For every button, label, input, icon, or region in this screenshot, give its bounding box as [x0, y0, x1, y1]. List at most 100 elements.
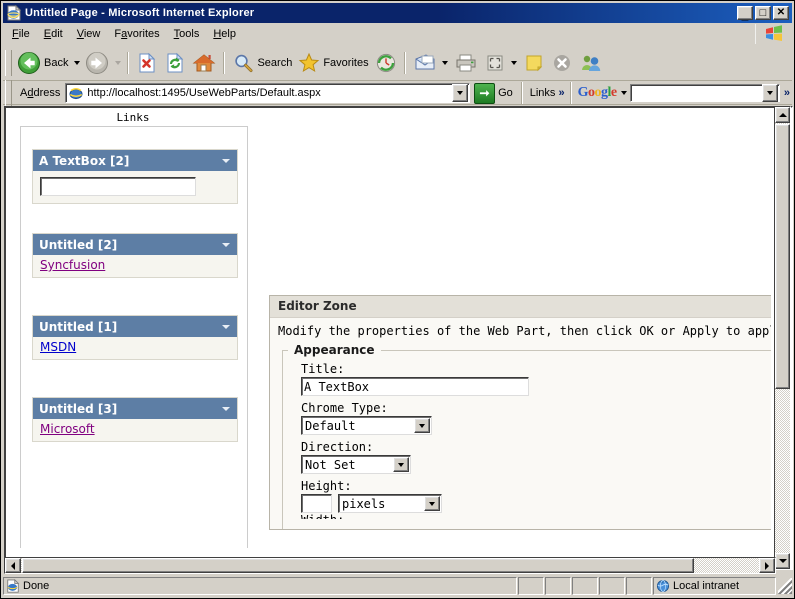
security-zone-text: Local intranet — [673, 580, 739, 592]
width-label-clipped: Width: — [301, 513, 771, 519]
chevron-down-icon[interactable] — [393, 457, 409, 472]
caret-down-icon — [779, 559, 787, 563]
chrome-type-select[interactable]: Default — [301, 416, 432, 435]
stop-button[interactable] — [133, 48, 161, 78]
maximize-button[interactable]: □ — [755, 6, 771, 20]
history-button[interactable] — [372, 48, 400, 78]
webpart-title: A TextBox [2] — [39, 154, 222, 168]
globe-icon — [656, 579, 670, 593]
webpart-body: Microsoft — [33, 419, 237, 441]
print-button[interactable] — [451, 48, 481, 78]
vscroll-thumb[interactable] — [775, 124, 790, 389]
hscroll-thumb[interactable] — [22, 558, 694, 573]
google-menu-button[interactable] — [619, 78, 630, 108]
edit-dropdown-button[interactable] — [509, 48, 520, 78]
close-icon: ✕ — [774, 7, 788, 19]
editor-zone-description: Modify the properties of the Web Part, t… — [270, 318, 771, 341]
messenger-block-button[interactable] — [548, 48, 576, 78]
status-slot-3 — [572, 577, 598, 595]
link-microsoft[interactable]: Microsoft — [40, 422, 95, 436]
scroll-up-button[interactable] — [775, 107, 790, 123]
link-syncfusion[interactable]: Syncfusion — [40, 258, 105, 272]
home-button[interactable] — [189, 48, 219, 78]
status-text: Done — [23, 580, 49, 592]
address-input[interactable]: http://localhost:1495/UseWebParts/Defaul… — [65, 83, 470, 103]
go-button[interactable]: ➞ Go — [470, 83, 517, 104]
mail-dropdown-button[interactable] — [440, 48, 451, 78]
horizontal-scrollbar[interactable] — [4, 557, 776, 574]
chevron-down-icon[interactable] — [222, 243, 230, 247]
menu-item-favorites[interactable]: Favorites — [107, 26, 166, 42]
chevron-down-icon[interactable] — [222, 407, 230, 411]
back-dropdown-button[interactable] — [71, 48, 82, 78]
back-label: Back — [44, 57, 68, 69]
chevron-down-icon[interactable] — [222, 159, 230, 163]
back-arrow-icon — [17, 51, 41, 75]
home-icon — [192, 52, 216, 74]
field-title: Title: A TextBox — [283, 362, 771, 396]
title-input[interactable]: A TextBox — [301, 377, 529, 396]
go-label: Go — [498, 87, 513, 99]
vertical-scrollbar[interactable] — [774, 106, 791, 570]
webpart-untitled-1: Untitled [1] MSDN — [32, 315, 238, 360]
webpart-header: A TextBox [2] — [33, 150, 237, 171]
windows-flag-icon — [755, 24, 792, 44]
chevron-down-icon[interactable] — [414, 418, 430, 433]
menu-item-help[interactable]: Help — [206, 26, 243, 42]
back-button[interactable]: Back — [14, 48, 71, 78]
favorites-label: Favorites — [323, 57, 368, 69]
webpart-text-input[interactable] — [40, 177, 196, 196]
forward-button[interactable] — [82, 48, 112, 78]
toolbar-grip[interactable] — [5, 50, 12, 76]
height-input[interactable] — [301, 494, 332, 513]
notes-icon — [523, 53, 545, 73]
menu-item-tools[interactable]: Tools — [167, 26, 207, 42]
links-toolbar-button[interactable]: Links » — [527, 87, 566, 99]
messenger-button[interactable] — [576, 48, 606, 78]
scroll-down-button[interactable] — [775, 553, 790, 569]
scroll-right-button[interactable] — [759, 558, 775, 573]
toolbar-separator — [127, 52, 129, 74]
field-direction: Direction: Not Set — [283, 440, 771, 474]
mail-button[interactable] — [410, 48, 440, 78]
favorites-star-icon — [298, 52, 320, 74]
direction-select[interactable]: Not Set — [301, 455, 411, 474]
webpart-header: Untitled [1] — [33, 316, 237, 337]
direction-label: Direction: — [301, 440, 771, 454]
height-unit-select[interactable]: pixels — [338, 494, 442, 513]
ie-page-icon — [6, 5, 22, 21]
address-dropdown-button[interactable] — [452, 84, 468, 102]
edit-button[interactable] — [481, 48, 509, 78]
minimize-icon: _ — [738, 7, 752, 19]
chrome-type-value: Default — [302, 419, 414, 433]
webpart-body: Syncfusion — [33, 255, 237, 277]
refresh-button[interactable] — [161, 48, 189, 78]
toolbar-overflow-icon[interactable]: » — [780, 87, 792, 99]
link-msdn[interactable]: MSDN — [40, 340, 76, 354]
search-button[interactable]: Search — [229, 48, 295, 78]
ie-browser-window: Untitled Page - Microsoft Internet Explo… — [0, 0, 795, 599]
webpart-body — [33, 171, 237, 203]
forward-dropdown-button[interactable] — [112, 48, 123, 78]
resize-grip[interactable] — [778, 578, 792, 594]
address-bar-grip[interactable] — [5, 80, 12, 106]
menu-item-view[interactable]: View — [70, 26, 108, 42]
security-zone-panel[interactable]: Local intranet — [653, 577, 776, 595]
google-search-input[interactable] — [630, 84, 780, 102]
chevron-down-icon[interactable] — [222, 325, 230, 329]
links-overflow-icon[interactable]: » — [555, 87, 562, 99]
chevron-down-icon[interactable] — [424, 496, 440, 511]
window-title: Untitled Page - Microsoft Internet Explo… — [25, 7, 737, 19]
scroll-left-button[interactable] — [5, 558, 21, 573]
minimize-button[interactable]: _ — [737, 6, 753, 20]
close-button[interactable]: ✕ — [773, 6, 789, 20]
menu-items: File Edit View Favorites Tools Help — [3, 26, 755, 42]
menu-item-edit[interactable]: Edit — [37, 26, 70, 42]
favorites-button[interactable]: Favorites — [295, 48, 371, 78]
status-bar: Done Local intranet — [3, 576, 792, 596]
menu-item-file[interactable]: File — [5, 26, 37, 42]
google-dropdown-button[interactable] — [762, 84, 778, 102]
notes-button[interactable] — [520, 48, 548, 78]
webpart-title: Untitled [1] — [39, 320, 222, 334]
ie-page-icon — [6, 579, 20, 593]
